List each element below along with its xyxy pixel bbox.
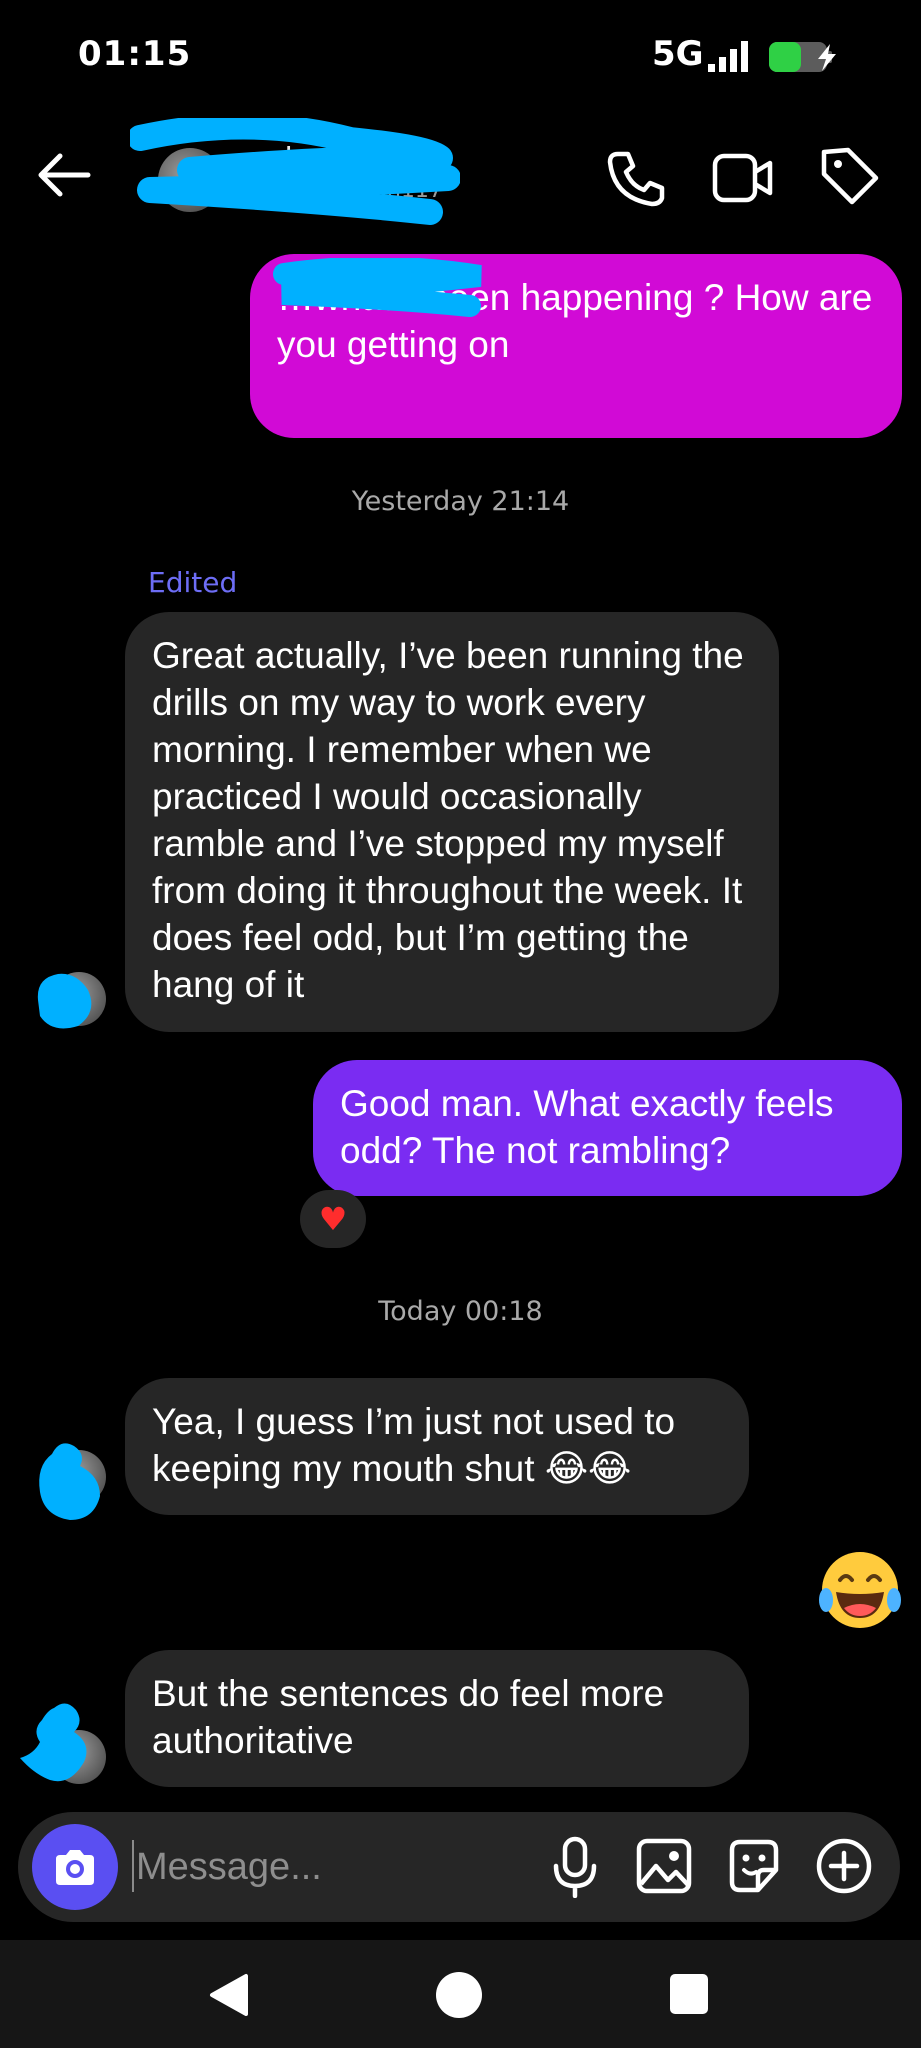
tag-icon[interactable] [818,144,880,206]
date-separator: Yesterday 21:14 [351,486,570,517]
heart-icon: ♥ [318,1200,348,1238]
edited-label: Edited [148,566,238,599]
phone-icon[interactable] [606,148,668,208]
incoming-message[interactable]: Yea, I guess I’m just not used to keepin… [125,1378,749,1515]
date-separator: Today 00:18 [378,1296,543,1327]
redaction-scribble [37,973,92,1029]
signal-icon [708,41,748,72]
camera-icon [56,1850,94,1885]
nav-recents-icon[interactable] [670,1974,708,2014]
redaction-scribble [20,1703,87,1782]
redaction-scribble [39,1443,100,1520]
incoming-message[interactable]: Great actually, I’ve been running the dr… [125,612,779,1032]
status-time: 01:15 [78,34,192,74]
plus-icon[interactable] [814,1836,874,1896]
nav-home-icon[interactable] [436,1972,482,2018]
outgoing-message[interactable]: Good man. What exactly feels odd? The no… [313,1060,902,1196]
laughing-emoji-icon[interactable] [818,1548,902,1632]
heart-reaction[interactable]: ♥ [300,1190,366,1248]
mic-icon[interactable] [548,1836,602,1898]
battery-icon [769,42,836,72]
video-camera-icon[interactable] [712,150,774,206]
incoming-message[interactable]: But the sentences do feel more authorita… [125,1650,749,1787]
camera-button[interactable] [32,1824,118,1910]
network-type: 5G [652,34,704,74]
redaction-scribble [273,258,482,317]
redaction-scribble [130,118,460,225]
message-input[interactable] [134,1836,518,1898]
nav-back-icon[interactable] [206,1972,250,2018]
back-arrow-icon[interactable] [34,148,94,202]
sticker-icon[interactable] [724,1836,784,1896]
image-icon[interactable] [634,1836,694,1896]
